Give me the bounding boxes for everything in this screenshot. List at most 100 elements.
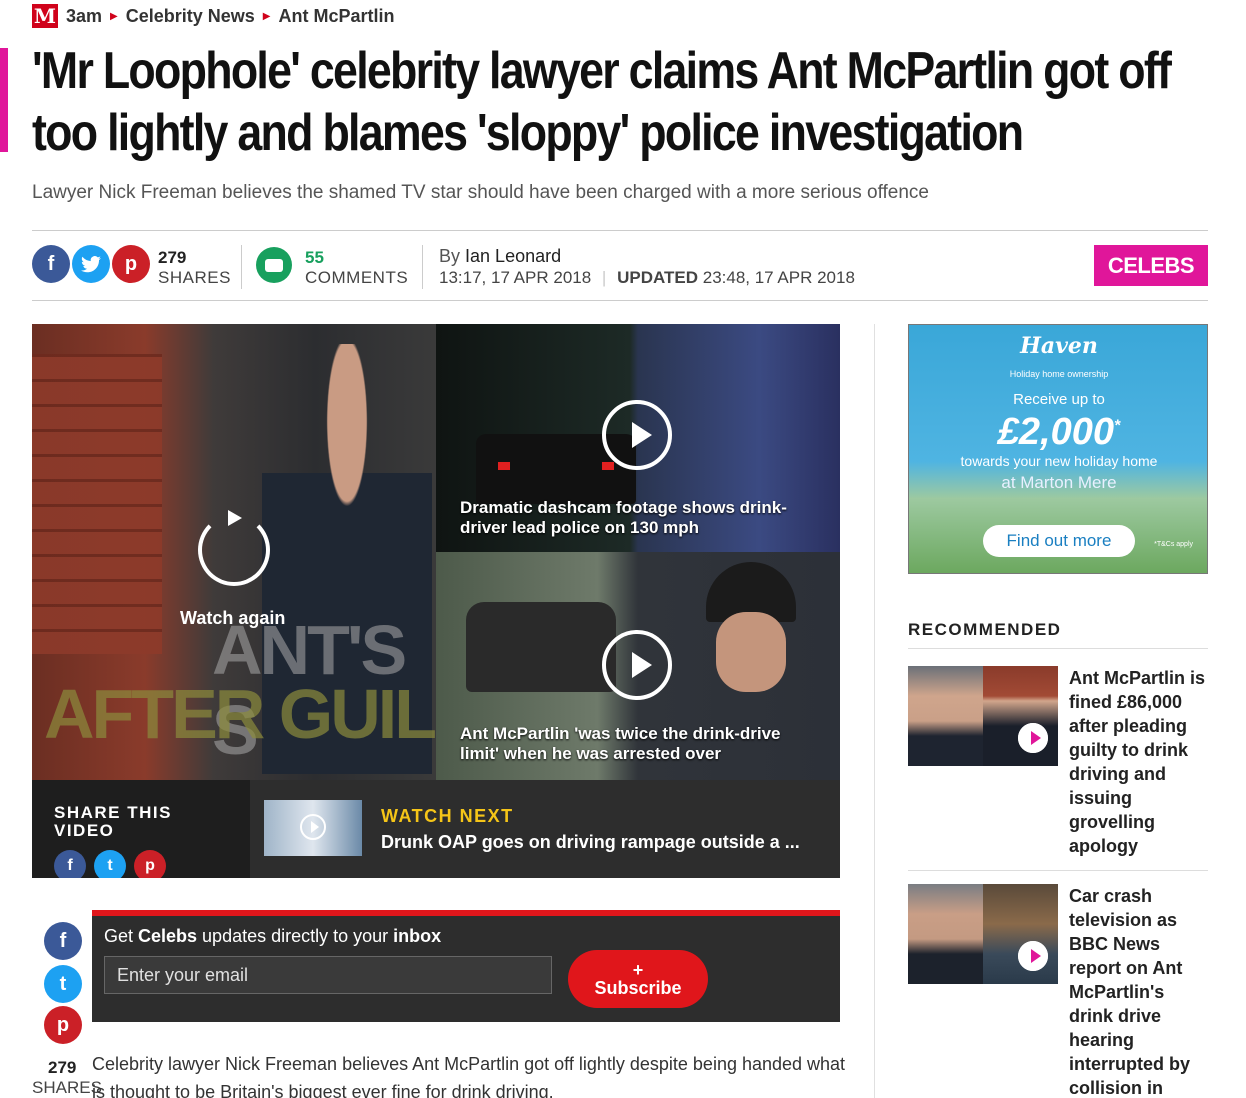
section-badge-celebs[interactable]: CELEBS [1094,245,1208,286]
recommended-thumbnail[interactable] [908,884,1058,984]
ad-tagline: Holiday home ownership [1009,369,1109,379]
tail-light [602,462,614,470]
ad-brand-logo: Haven [1020,333,1098,359]
ad-amount-value: £2,000 [997,411,1114,453]
published-time: 13:17, 17 APR 2018 [439,268,592,287]
video-still [32,354,162,654]
pinterest-share-button[interactable]: p [112,245,150,283]
facebook-icon: f [67,857,73,874]
twitter-share-button[interactable]: t [94,850,126,878]
advertisement[interactable]: Haven Holiday home ownership Receive up … [908,324,1208,574]
video-still-crashed-car [466,602,616,692]
divider [32,300,1208,301]
pinterest-icon: p [145,857,155,874]
watch-next-label: WATCH NEXT [381,806,514,826]
ad-line-2: towards your new holiday home [960,453,1158,469]
newsletter-topic: Celebs [138,926,198,946]
newsletter-title-prefix: Get [104,926,139,946]
ad-amount: £2,000* [909,411,1207,454]
thumbnail-photo [983,666,1058,766]
facebook-icon: f [59,929,67,952]
newsletter-title: Get Celebs updates directly to your inbo… [104,926,441,947]
share-video-label: SHARE THIS VIDEO [54,803,172,840]
play-icon[interactable] [602,630,672,700]
shares-count: 279 [48,1058,77,1077]
comments-count[interactable]: 55 [305,248,324,268]
pinterest-icon: p [124,252,138,275]
pinterest-icon: p [56,1013,70,1036]
newsletter-target: inbox [393,926,442,946]
column-divider [874,324,875,1098]
page-title: 'Mr Loophole' celebrity lawyer claims An… [32,42,1172,162]
recommended-thumbnail[interactable] [908,666,1058,766]
video-footer: SHARE THIS VIDEO f t p WATCH NEXT Drunk … [32,780,840,878]
pinterest-share-button[interactable]: p [44,1006,82,1044]
mirror-logo[interactable]: M [32,4,58,28]
thumbnail-photo [908,666,983,766]
play-icon [300,814,326,840]
breadcrumb-item-3am[interactable]: 3am [66,6,102,27]
recommended-item-title[interactable]: Ant McPartlin is fined £86,000 after ple… [1069,666,1209,858]
timestamps: 13:17, 17 APR 2018 | UPDATED 23:48, 17 A… [439,268,855,287]
newsletter-signup: Get Celebs updates directly to your inbo… [92,910,840,1022]
replay-arrow-icon [228,510,242,526]
related-video-tile[interactable]: Ant McPartlin 'was twice the drink-drive… [436,552,840,780]
ad-asterisk: * [1114,417,1121,435]
subscribe-label: Subscribe [594,978,682,998]
shares-count: 279 [158,248,187,267]
email-field[interactable]: Enter your email [104,956,552,994]
section-accent-bar [0,48,8,152]
thumbnail-photo [983,884,1058,984]
video-player[interactable]: ANT'S S AFTER GUIL Watch again Dramatic … [32,324,840,878]
play-icon[interactable] [602,400,672,470]
plus-icon: + [632,960,644,980]
facebook-share-button[interactable]: f [44,922,82,960]
facebook-share-button[interactable]: f [32,245,70,283]
newsletter-title-middle: updates directly to your [197,926,394,946]
twitter-share-button[interactable] [72,245,110,283]
video-main-frame[interactable]: ANT'S S AFTER GUIL Watch again [32,324,437,780]
divider [422,245,423,289]
watch-again-label[interactable]: Watch again [180,608,285,629]
comments-label[interactable]: COMMENTS [305,268,408,288]
by-label: By [439,246,461,266]
subscribe-button[interactable]: + Subscribe [568,950,708,1008]
twitter-icon: t [59,972,67,995]
ad-terms: *T&Cs apply [1154,541,1193,548]
breadcrumb-item-celebrity-news[interactable]: Celebrity News [126,6,255,27]
related-video-caption[interactable]: Dramatic dashcam footage shows drink-dri… [460,498,820,538]
recommended-item-title[interactable]: Car crash television as BBC News report … [1069,884,1209,1098]
tail-light [498,462,510,470]
play-icon [1018,723,1048,753]
divider [908,648,1208,649]
twitter-share-button[interactable]: t [44,965,82,1003]
share-video-panel: SHARE THIS VIDEO f t p [32,780,250,878]
play-icon [1018,941,1048,971]
standfirst: Lawyer Nick Freeman believes the shamed … [32,182,929,203]
divider [908,870,1208,871]
updated-time: 23:48, 17 APR 2018 [702,268,855,287]
ad-cta-button[interactable]: Find out more [983,525,1135,557]
facebook-icon: f [47,252,55,275]
video-overlay-text: AFTER GUIL [44,675,437,753]
comments-button[interactable] [256,247,292,283]
author-link[interactable]: Ian Leonard [465,246,561,266]
divider [32,230,1208,231]
byline: By Ian Leonard [439,246,561,267]
divider [241,245,242,289]
comment-bubble-icon [265,258,283,272]
article-body-paragraph: Celebrity lawyer Nick Freeman believes A… [92,1054,846,1098]
shares-label: SHARES [158,268,231,287]
breadcrumb-item-ant-mcpartlin[interactable]: Ant McPartlin [279,6,395,27]
updated-label: UPDATED [617,268,698,287]
pinterest-share-button[interactable]: p [134,850,166,878]
chevron-right-icon: ▶ [262,10,271,22]
watch-next-title[interactable]: Drunk OAP goes on driving rampage outsid… [381,832,800,853]
video-still-face [716,612,786,692]
facebook-share-button[interactable]: f [54,850,86,878]
ad-line-3: at Marton Mere [1001,473,1117,492]
related-video-caption[interactable]: Ant McPartlin 'was twice the drink-drive… [460,724,820,764]
related-video-tile[interactable]: Dramatic dashcam footage shows drink-dri… [436,324,840,552]
watch-next-thumbnail[interactable] [264,800,362,856]
chevron-right-icon: ▶ [110,10,118,22]
